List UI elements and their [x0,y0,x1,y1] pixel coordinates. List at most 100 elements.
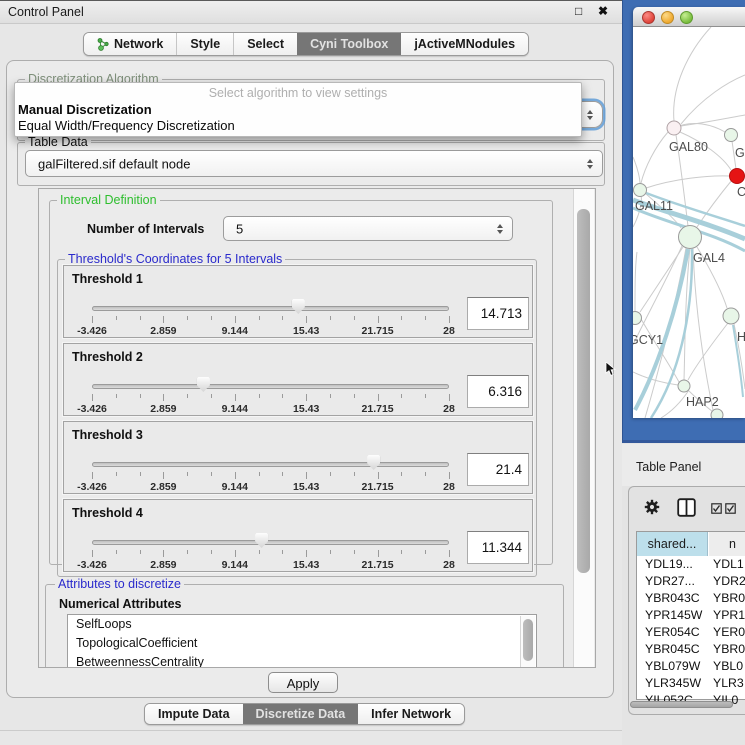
top-tab-bar: NetworkStyleSelectCyni ToolboxjActiveMNo… [83,32,529,56]
bottom-tab-discretize-data[interactable]: Discretize Data [243,704,359,724]
tab-select[interactable]: Select [233,33,297,55]
threshold-slider-track[interactable] [92,306,449,311]
table-row[interactable]: YER054CYER0 [637,624,745,641]
threshold-value-field[interactable]: 11.344 [467,531,529,564]
settings-scrollbar-thumb[interactable] [577,209,590,573]
network-node-gal11[interactable] [634,184,647,197]
slider-tick [449,472,450,479]
network-node-selected-red[interactable] [730,169,745,184]
slider-tick [449,394,450,401]
network-canvas[interactable]: GAL80 GAL11 GAL4 GCY1 HAP2 G C H [633,27,745,418]
table-data-combobox[interactable]: galFiltered.sif default node [25,150,603,177]
number-of-intervals-combobox[interactable]: 5 [223,216,513,241]
slider-tick [140,550,141,554]
attribute-list-item[interactable]: BetweennessCentrality [68,653,536,668]
network-node-gcy1[interactable] [633,312,642,325]
network-node-partial-bottom[interactable] [711,409,723,418]
slider-tick [187,550,188,554]
cell-name: YBR0 [713,641,745,658]
combo-stepper-icon [497,224,503,234]
tab-style[interactable]: Style [176,33,233,55]
popup-option-manual-discretization[interactable]: Manual Discretization [18,102,578,117]
threshold-label: Threshold 4 [72,506,143,520]
slider-tick-label: 28 [443,481,455,493]
checkbox-icon[interactable] [725,503,736,514]
slider-tick-label: -3.426 [77,559,107,571]
slider-tick-label: -3.426 [77,403,107,415]
column-header-name[interactable]: n [709,532,745,556]
threshold-slider-thumb[interactable] [292,299,305,314]
tab-cyni-toolbox[interactable]: Cyni Toolbox [297,33,401,55]
popup-option-equal-width-frequency[interactable]: Equal Width/Frequency Discretization [18,118,578,133]
network-node-hap2[interactable] [678,380,690,392]
threshold-value-field[interactable]: 14.713 [467,297,529,330]
slider-tick [211,394,212,398]
slider-tick [116,394,117,398]
table-row[interactable]: YDR27...YDR2 [637,573,745,590]
table-row[interactable]: YBL079WYBL0 [637,658,745,675]
threshold-slider-thumb[interactable] [197,377,210,392]
panel-title: Control Panel [8,5,84,19]
slider-tick [449,550,450,557]
table-row[interactable]: YDL19... YDL1 [637,556,745,573]
gear-icon[interactable] [643,498,661,516]
slider-tick [425,394,426,398]
minimize-traffic-light-icon[interactable] [661,11,674,24]
number-of-intervals-value: 5 [236,221,243,236]
apply-button[interactable]: Apply [268,672,338,693]
threshold-slider-thumb[interactable] [367,455,380,470]
tab-label: Discretize Data [256,707,346,721]
bottom-tab-infer-network[interactable]: Infer Network [358,704,464,724]
network-node-partial-g[interactable] [725,129,738,142]
attribute-list-item[interactable]: TopologicalCoefficient [68,634,536,653]
number-of-intervals-label: Number of Intervals [87,222,204,236]
threshold-slider-thumb[interactable] [255,533,268,548]
table-row[interactable]: YPR145WYPR1 [637,607,745,624]
tab-label: Impute Data [158,707,230,721]
slider-tick-label: 15.43 [293,559,319,571]
threshold-value-field[interactable]: 21.4 [467,453,529,486]
threshold-item-4: Threshold 4 -3.4262.8599.14415.4321.71528… [63,499,533,572]
algorithm-dropdown-popup: Select algorithm to view settings Manual… [14,82,582,137]
zoom-traffic-light-icon[interactable] [680,11,693,24]
threshold-slider-track[interactable] [92,384,449,389]
attributes-list-scrollbar[interactable] [520,616,535,668]
settings-panel-scrollbar[interactable] [573,189,594,667]
network-node-gal80[interactable] [667,121,681,135]
threshold-slider-track[interactable] [92,462,449,467]
slider-tick-labels: -3.4262.8599.14415.4321.71528 [92,559,449,571]
slider-tick [116,550,117,554]
slider-tick [116,472,117,476]
table-row[interactable]: YBR043CYBR0 [637,590,745,607]
slider-tick [282,472,283,476]
split-columns-icon[interactable] [677,498,696,517]
network-node-gal4[interactable] [679,226,702,249]
slider-tick [354,472,355,476]
checkbox-icon[interactable] [711,503,722,514]
threshold-value-field[interactable]: 6.316 [467,375,529,408]
bottom-tab-impute-data[interactable]: Impute Data [145,704,243,724]
column-header-shared-name[interactable]: shared... [637,532,708,556]
cell-name: YPR1 [713,607,745,624]
horizontal-scrollbar-thumb[interactable] [630,701,733,708]
close-icon[interactable]: ✖ [598,4,608,18]
table-horizontal-scrollbar[interactable] [630,701,742,709]
network-window-titlebar[interactable] [633,7,745,27]
tab-jactivemnodules[interactable]: jActiveMNodules [401,33,528,55]
slider-tick [92,316,93,323]
table-row[interactable]: YBR045CYBR0 [637,641,745,658]
numerical-attributes-label: Numerical Attributes [59,597,181,611]
close-traffic-light-icon[interactable] [642,11,655,24]
network-node-partial-h[interactable] [723,308,739,324]
attribute-list-item[interactable]: SelfLoops [68,615,536,634]
tab-network[interactable]: Network [84,33,176,55]
cell-shared-name: YDL19... [645,556,707,573]
attributes-scrollbar-thumb[interactable] [523,619,533,661]
float-window-icon[interactable]: □ [575,4,582,18]
slider-tick [187,472,188,476]
table-row[interactable]: YLR345WYLR3 [637,675,745,692]
slider-ticks [92,472,449,480]
numerical-attributes-list: SelfLoopsTopologicalCoefficientBetweenne… [67,614,537,668]
threshold-slider-track[interactable] [92,540,449,545]
cell-name: YDL1 [713,556,745,573]
